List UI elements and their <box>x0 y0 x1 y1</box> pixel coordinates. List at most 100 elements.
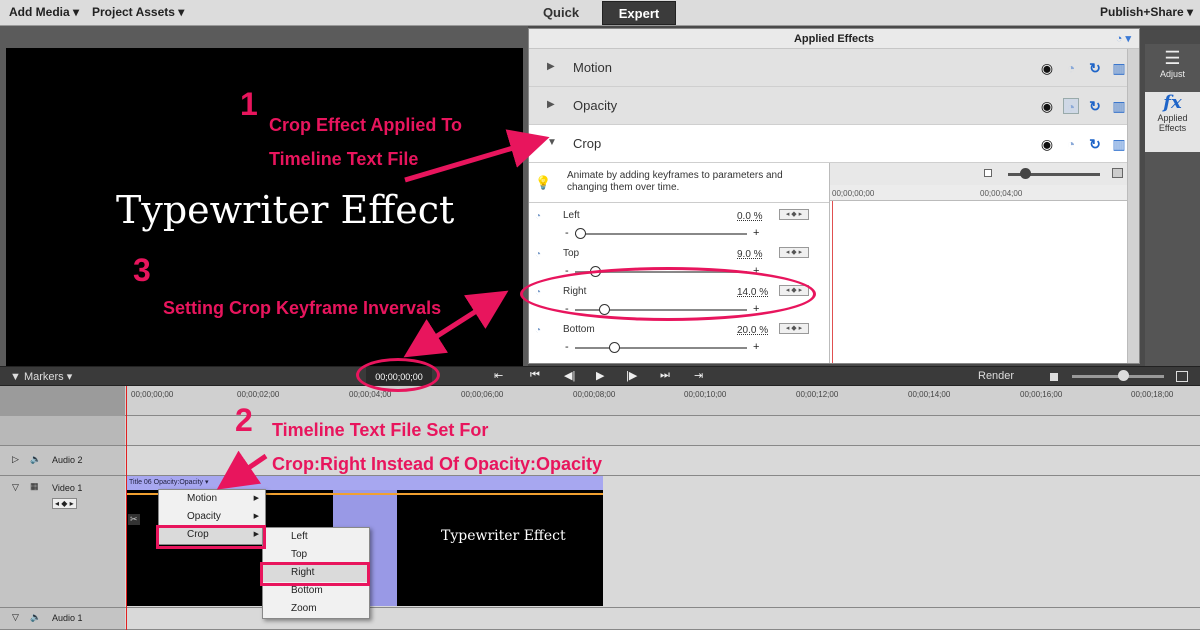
slider-thumb[interactable] <box>575 228 586 239</box>
eye-icon[interactable]: ◉ <box>1039 136 1055 152</box>
ruler-label: 00;00;04;00 <box>980 189 1023 198</box>
submenu-arrow-icon: ▶ <box>253 513 259 520</box>
step-forward-icon[interactable]: |▶ <box>626 369 637 382</box>
stopwatch-icon[interactable]: ◔ <box>535 249 541 260</box>
ruler-label: 00;00;14;00 <box>908 390 951 399</box>
trash-icon[interactable]: ▥ <box>1111 136 1127 152</box>
quick-mode-button[interactable]: Quick <box>520 1 602 25</box>
param-value[interactable]: 9.0 % <box>737 249 763 260</box>
collapse-triangle-icon[interactable]: ▽ <box>12 482 19 493</box>
expand-triangle-icon[interactable]: ▶ <box>547 99 555 110</box>
annotation-text-3: Setting Crop Keyframe Invervals <box>163 298 442 318</box>
track-header-audio1: ▽ 🔈 Audio 1 <box>0 608 125 630</box>
menu-item-left[interactable]: Left <box>263 528 369 546</box>
effect-row-opacity[interactable]: ▶ Opacity ◉ ◔ ↻ ▥ <box>529 87 1139 125</box>
effects-scrollbar[interactable] <box>1127 49 1139 363</box>
reset-icon[interactable]: ↻ <box>1087 98 1103 114</box>
menu-item-label: Motion <box>187 493 218 504</box>
goto-out-icon[interactable]: ⇥ <box>694 369 703 382</box>
trash-icon[interactable]: ▥ <box>1111 60 1127 76</box>
stopwatch-icon[interactable]: ◔ <box>1063 98 1079 115</box>
keyframe-nav[interactable]: ◂ ◆ ▸ <box>779 209 809 220</box>
menu-item-zoom[interactable]: Zoom <box>263 600 369 618</box>
reset-icon[interactable]: ↻ <box>1087 136 1103 152</box>
slider-track[interactable] <box>575 347 747 349</box>
slider-track[interactable] <box>575 233 747 235</box>
keyframe-nav[interactable]: ◂ ◆ ▸ <box>52 498 77 509</box>
markers-menu[interactable]: ▼ Markers ▾ <box>10 370 72 383</box>
publish-share-menu[interactable]: Publish+Share ▾ <box>1100 5 1193 19</box>
stopwatch-icon[interactable]: ◔ <box>1063 136 1079 152</box>
zoom-out-icon[interactable] <box>1050 373 1058 381</box>
menu-item-opacity[interactable]: Opacity ▶ <box>159 508 265 526</box>
eye-icon[interactable]: ◉ <box>1039 98 1055 114</box>
applied-effects-label: Applied Effects <box>1157 113 1188 133</box>
keyframe-zoom-thumb[interactable] <box>1020 168 1031 179</box>
plus-label: + <box>753 341 760 353</box>
track-header-empty <box>0 416 125 446</box>
timeline-ruler[interactable]: 00;00;00;00 00;00;02;00 00;00;04;00 00;0… <box>125 386 1200 416</box>
zoom-in-icon[interactable] <box>1176 371 1188 382</box>
keyframe-playhead[interactable] <box>832 201 833 363</box>
minus-label: - <box>565 341 569 353</box>
applied-effects-header: Applied Effects ◔ ▾ <box>529 29 1139 49</box>
clip-property-menu[interactable]: Title 06 Opacity:Opacity ▾ <box>129 479 209 486</box>
timeline-zoom-thumb[interactable] <box>1118 370 1129 381</box>
stopwatch-icon[interactable]: ◔ <box>535 211 541 222</box>
goto-in-icon[interactable]: ⇤ <box>494 369 503 382</box>
effect-row-motion[interactable]: ▶ Motion ◉ ◔ ↻ ▥ <box>529 49 1139 87</box>
param-left: ◔ Left 0.0 % ◂ ◆ ▸ - + <box>529 207 829 245</box>
ruler-label: 00;00;08;00 <box>573 390 616 399</box>
param-value[interactable]: 20.0 % <box>737 325 768 336</box>
stopwatch-icon[interactable]: ◔ <box>1063 60 1079 76</box>
highlight-right-menu <box>260 562 370 586</box>
collapse-triangle-icon[interactable]: ▼ <box>547 137 557 148</box>
adjust-button[interactable]: ☰ Adjust <box>1145 48 1200 92</box>
annotation-text-1b: Timeline Text File <box>269 149 419 169</box>
zoom-in-icon[interactable] <box>1112 168 1123 178</box>
ruler-label: 00;00;04;00 <box>349 390 392 399</box>
applied-effects-button[interactable]: fx Applied Effects <box>1145 92 1200 152</box>
collapse-triangle-icon[interactable]: ▽ <box>12 612 19 623</box>
keyframe-nav[interactable]: ◂ ◆ ▸ <box>779 323 809 334</box>
fx-icon: fx <box>1163 92 1182 113</box>
add-media-menu[interactable]: Add Media ▾ <box>9 5 79 19</box>
project-assets-menu[interactable]: Project Assets ▾ <box>92 5 184 19</box>
effect-name: Crop <box>573 136 602 151</box>
film-icon[interactable]: ▦ <box>30 481 39 492</box>
menu-item-label: Top <box>291 549 308 560</box>
transport-bar: ▼ Markers ▾ 00;00;00;00 ⇤ ⏮ ◀| ▶ |▶ ⏭ ⇥ … <box>0 366 1200 387</box>
expand-triangle-icon[interactable]: ▶ <box>547 61 555 72</box>
expand-triangle-icon[interactable]: ▷ <box>12 454 19 465</box>
eye-icon[interactable]: ◉ <box>1039 60 1055 76</box>
step-back-icon[interactable]: ◀| <box>564 369 575 382</box>
ruler-label: 00;00;02;00 <box>237 390 280 399</box>
param-value[interactable]: 0.0 % <box>737 211 763 222</box>
clip-header[interactable]: Title 06 Opacity:Opacity ▾ <box>127 476 603 490</box>
keyframe-timeline[interactable]: 00;00;00;00 00;00;04;00 <box>829 163 1128 363</box>
slider-thumb[interactable] <box>609 342 621 353</box>
reset-icon[interactable]: ↻ <box>1087 60 1103 76</box>
ruler-label: 00;00;00;00 <box>832 189 875 198</box>
top-menu-bar: Add Media ▾ Project Assets ▾ Quick Exper… <box>0 0 1200 26</box>
expert-mode-button[interactable]: Expert <box>602 1 676 25</box>
timeline-playhead[interactable] <box>126 386 127 630</box>
speaker-icon[interactable]: 🔈 <box>30 612 41 623</box>
panel-menu-icon[interactable]: ◔ ▾ <box>1116 29 1131 49</box>
goto-end-icon[interactable]: ⏭ <box>660 369 670 382</box>
plus-label: + <box>753 227 760 239</box>
trash-icon[interactable]: ▥ <box>1111 98 1127 114</box>
param-label: Left <box>563 210 580 221</box>
zoom-out-icon[interactable] <box>984 169 992 177</box>
highlight-right-param <box>520 267 816 321</box>
highlight-timecode <box>356 358 440 392</box>
play-icon[interactable]: ▶ <box>596 369 604 382</box>
keyframe-nav[interactable]: ◂ ◆ ▸ <box>779 247 809 258</box>
render-button[interactable]: Render <box>978 370 1014 382</box>
menu-item-motion[interactable]: Motion ▶ <box>159 490 265 508</box>
speaker-icon[interactable]: 🔈 <box>30 454 41 465</box>
effect-row-crop[interactable]: ▼ Crop ◉ ◔ ↻ ▥ <box>529 125 1139 163</box>
stopwatch-icon[interactable]: ◔ <box>535 325 541 336</box>
goto-start-icon[interactable]: ⏮ <box>530 369 540 382</box>
keyframe-ruler[interactable]: 00;00;00;00 00;00;04;00 <box>830 185 1128 201</box>
